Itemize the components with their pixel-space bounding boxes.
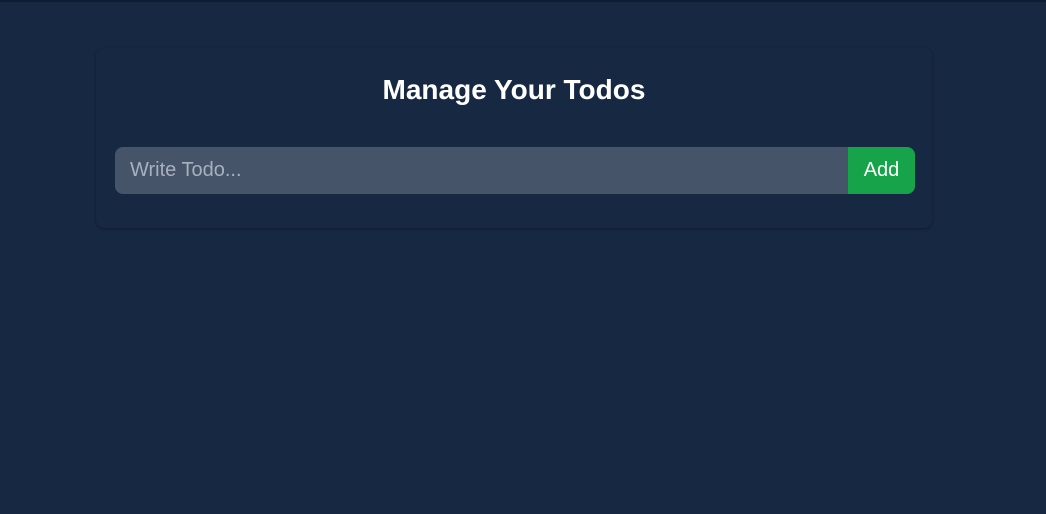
page-title: Manage Your Todos [382, 74, 646, 105]
add-button[interactable]: Add [848, 147, 915, 194]
todo-input[interactable] [115, 147, 848, 194]
todo-card: Manage Your Todos Add [96, 48, 932, 228]
todo-form: Add [115, 147, 915, 194]
todo-page: { "todo_app": { "title": "Manage Your To… [0, 0, 1046, 514]
